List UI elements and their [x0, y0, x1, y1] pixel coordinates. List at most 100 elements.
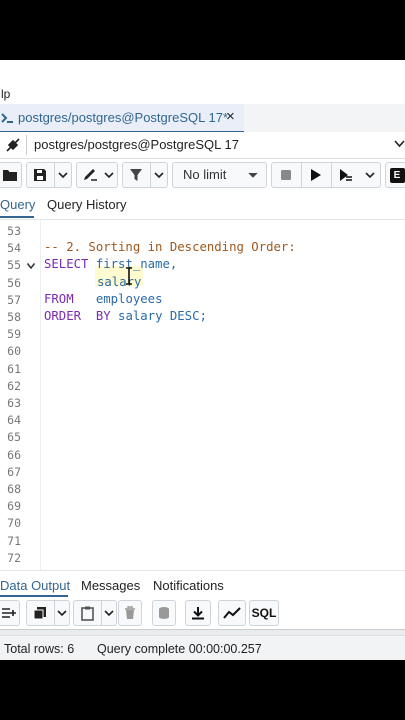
menu-bar: lp	[0, 60, 405, 104]
delete-row-button[interactable]	[119, 601, 141, 625]
play-script-icon	[339, 168, 353, 182]
output-tabs: Data Output Messages Notifications	[0, 570, 405, 599]
tab-data-output[interactable]: Data Output	[0, 578, 70, 593]
pencil-icon	[82, 168, 98, 182]
editor-tabs: Query Query History	[0, 191, 405, 220]
filter-menu-button[interactable]	[151, 163, 167, 187]
line-number: 72	[7, 551, 21, 565]
copy-icon	[33, 606, 47, 620]
query-toolbar: No limit E	[0, 159, 405, 192]
sql-line-salary: salary	[97, 275, 141, 289]
edit-menu-button[interactable]	[101, 163, 117, 187]
paste-group	[73, 600, 117, 626]
explain-group: E	[385, 162, 405, 188]
limit-value: No limit	[183, 167, 227, 182]
line-number: 59	[7, 327, 21, 341]
chevron-down-icon	[104, 608, 114, 618]
menu-help[interactable]: lp	[1, 87, 10, 101]
sql-comment: -- 2. Sorting in Descending Order:	[44, 240, 296, 254]
keyword-select: SELECT	[44, 257, 89, 271]
line-graph-icon	[223, 607, 241, 619]
chevron-down-icon	[248, 170, 258, 180]
line-number: 69	[7, 499, 21, 513]
download-button[interactable]	[186, 601, 210, 625]
line-number: 58	[7, 310, 21, 324]
edit-button[interactable]	[77, 163, 103, 187]
folder-icon	[2, 168, 18, 182]
tab-query[interactable]: Query	[0, 197, 35, 212]
database-icon	[158, 606, 170, 620]
delete-group	[118, 600, 142, 626]
graph-visualiser-button[interactable]	[219, 601, 245, 625]
chevron-down-icon	[104, 170, 114, 180]
line-number: 68	[7, 482, 21, 496]
trash-icon	[124, 606, 136, 620]
save-button[interactable]	[27, 163, 53, 187]
tab-query-history[interactable]: Query History	[47, 197, 126, 212]
status-bar: Total rows: 6 Query complete 00:00:00.25…	[0, 635, 405, 660]
copy-button[interactable]	[27, 601, 53, 625]
query-tab-title: postgres/postgres@PostgreSQL 17*	[18, 110, 228, 125]
active-tab-indicator	[0, 216, 34, 218]
chevron-down-icon	[57, 608, 67, 618]
output-toolbar: SQL	[0, 597, 405, 629]
line-number: 53	[7, 224, 21, 238]
line-number: 57	[7, 293, 21, 307]
line-number: 61	[7, 362, 21, 376]
stop-button[interactable]	[272, 163, 300, 187]
chevron-down-icon[interactable]	[394, 138, 405, 149]
explain-button[interactable]: E	[386, 163, 405, 187]
add-row-button[interactable]	[0, 601, 19, 625]
sql-editor[interactable]: 53 54 55 56 57 58 59 60 61 62 63 64 65 6…	[0, 220, 405, 570]
pgadmin-window: lp postgres/postgres@PostgreSQL 17* × po…	[0, 60, 405, 660]
tab-messages[interactable]: Messages	[81, 578, 140, 593]
save-menu-button[interactable]	[55, 163, 71, 187]
keyword-from: FROM	[44, 292, 74, 306]
open-file-button[interactable]	[0, 163, 21, 187]
execute-button[interactable]	[302, 163, 330, 187]
keyword-order-by: ORDER BY	[44, 309, 111, 323]
query-tab[interactable]: postgres/postgres@PostgreSQL 17* ×	[0, 104, 244, 133]
execute-script-button[interactable]	[332, 163, 360, 187]
line-number: 71	[7, 534, 21, 548]
query-complete: Query complete 00:00:00.257	[97, 642, 262, 656]
column-first-name: first_name,	[95, 257, 178, 271]
tab-notifications[interactable]: Notifications	[153, 578, 224, 593]
explain-icon: E	[389, 167, 405, 183]
query-tool-icon	[1, 112, 13, 124]
sql-button[interactable]: SQL	[250, 601, 278, 625]
add-row-group	[0, 600, 20, 626]
save-data-button[interactable]	[153, 601, 175, 625]
connection-bar: postgres/postgres@PostgreSQL 17	[0, 132, 405, 159]
chevron-down-icon	[154, 170, 164, 180]
chevron-down-icon	[58, 170, 68, 180]
download-group	[185, 600, 211, 626]
save-group	[26, 162, 72, 188]
paste-menu-button[interactable]	[102, 601, 116, 625]
clipboard-icon	[80, 606, 94, 621]
fold-chevron-icon[interactable]	[27, 263, 35, 269]
line-number: 63	[7, 396, 21, 410]
connection-select[interactable]: postgres/postgres@PostgreSQL 17	[34, 137, 239, 152]
paste-button[interactable]	[74, 601, 100, 625]
line-number: 70	[7, 516, 21, 530]
connection-divider	[26, 135, 27, 155]
limit-select[interactable]: No limit	[172, 162, 267, 188]
sql-group: SQL	[249, 600, 279, 626]
save-icon	[33, 168, 47, 182]
line-number: 55	[7, 258, 21, 272]
line-number: 56	[7, 276, 21, 290]
close-tab-icon[interactable]: ×	[226, 108, 235, 126]
line-number: 60	[7, 344, 21, 358]
add-row-icon	[1, 607, 17, 619]
filter-button[interactable]	[123, 163, 149, 187]
copy-group	[26, 600, 70, 626]
line-number: 67	[7, 465, 21, 479]
execute-menu-button[interactable]	[360, 163, 380, 187]
table-employees: employees	[95, 292, 163, 306]
copy-menu-button[interactable]	[55, 601, 69, 625]
save-data-group	[152, 600, 176, 626]
execute-group	[271, 162, 381, 188]
connection-status-icon[interactable]	[4, 136, 22, 154]
filter-icon	[129, 168, 143, 182]
